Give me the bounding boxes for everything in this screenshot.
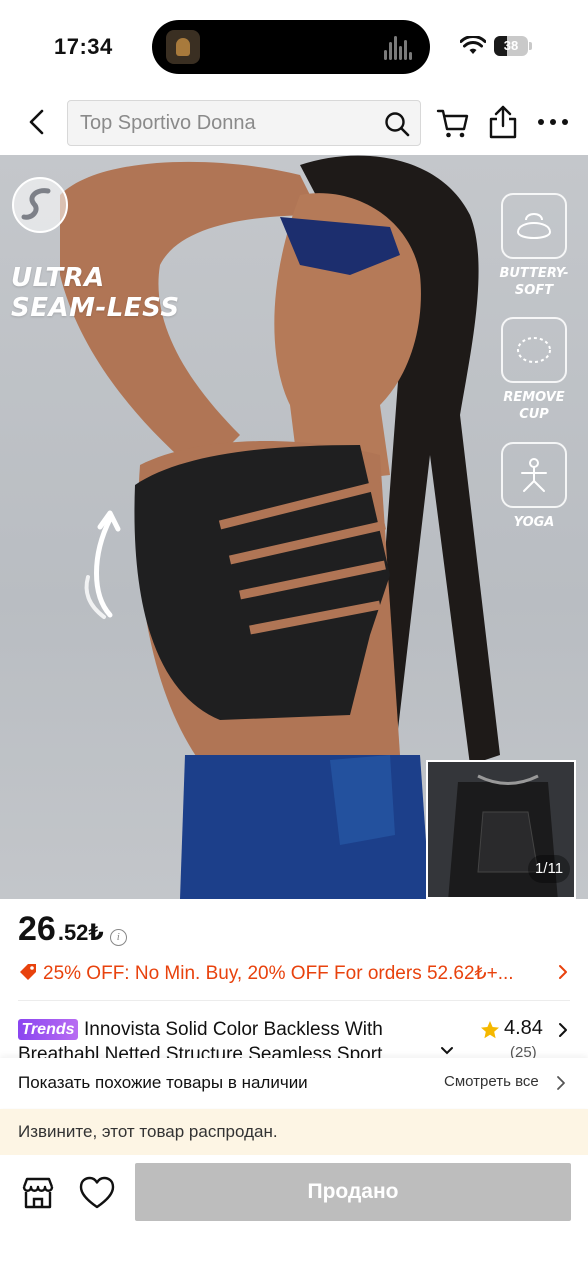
price-decimal: .52₺ [57, 920, 104, 945]
price-integer: 26 [18, 910, 56, 948]
audio-wave-icon [384, 34, 416, 60]
status-time: 17:34 [54, 34, 113, 59]
review-count: (25) [510, 1044, 537, 1058]
heart-icon[interactable] [78, 1175, 116, 1211]
chevron-right-icon [557, 1076, 565, 1090]
info-icon[interactable]: i [109, 929, 127, 946]
divider [18, 1000, 570, 1001]
search-input[interactable] [68, 101, 368, 145]
now-playing-thumbnail [166, 30, 200, 64]
view-all-link[interactable]: Смотреть все [444, 1073, 565, 1095]
feature-label: YOGA [513, 515, 555, 530]
status-bar: 17:34 38 [0, 0, 588, 92]
headline-line-2: SEAM-LESS [11, 293, 180, 323]
wifi-icon [460, 36, 486, 54]
buttery-soft-icon [516, 213, 552, 239]
search-box[interactable] [67, 100, 421, 146]
rating-value: 4.84 [504, 1017, 543, 1039]
cart-icon[interactable] [436, 106, 470, 140]
image-counter: 1/11 [528, 855, 570, 883]
similar-items-text: Показать похожие товары в наличии [18, 1073, 308, 1092]
chevron-right-icon [559, 965, 567, 979]
more-options-icon[interactable] [535, 110, 571, 134]
view-all-label: Смотреть все [444, 1073, 539, 1090]
feature-label: REMOVE CUP [503, 390, 565, 422]
promo-banner[interactable]: 25% OFF: No Min. Buy, 20% OFF For orders… [18, 958, 574, 988]
product-image-gallery[interactable]: ULTRA SEAM-LESS BUTTERY-SOFT REMOVE CUP … [0, 155, 588, 899]
image-headline: ULTRA SEAM-LESS [11, 263, 180, 323]
promo-text: 25% OFF: No Min. Buy, 20% OFF For orders… [43, 963, 514, 984]
feature-remove-cup: REMOVE CUP [492, 317, 576, 423]
remove-cup-icon [517, 337, 551, 363]
bottom-action-bar: Продано [0, 1155, 588, 1280]
brand-logo [12, 177, 68, 233]
search-icon[interactable] [382, 109, 412, 139]
share-icon[interactable] [486, 104, 520, 140]
feature-buttery-soft: BUTTERY-SOFT [492, 193, 576, 299]
product-title-line-2: Breathabl Netted Structure Seamless Spor… [18, 1044, 383, 1058]
battery-icon: 38 [494, 36, 532, 56]
product-title-row: Trends Innovista Solid Color Backless Wi… [18, 1016, 570, 1058]
product-title-line-1: Innovista Solid Color Backless With [84, 1019, 383, 1040]
sold-out-text: Извините, этот товар распродан. [18, 1122, 278, 1141]
top-navigation [0, 92, 588, 154]
chevron-down-icon[interactable] [440, 1046, 454, 1056]
battery-level: 38 [503, 38, 519, 53]
trends-badge: Trends [18, 1019, 78, 1040]
similar-items-bar: Показать похожие товары в наличии Смотре… [0, 1058, 588, 1108]
star-icon [481, 1021, 499, 1039]
chevron-left-icon [29, 109, 44, 135]
product-title[interactable]: Innovista Solid Color Backless With Brea… [18, 1017, 444, 1058]
lift-arrows-graphic [84, 510, 121, 619]
chevron-right-icon [559, 1023, 567, 1037]
feature-yoga: YOGA [492, 442, 576, 531]
rating[interactable]: 4.84 (25) [480, 1016, 570, 1058]
back-button[interactable] [18, 104, 54, 140]
headline-line-1: ULTRA [11, 263, 105, 293]
store-icon[interactable] [20, 1175, 56, 1211]
price-tag-icon [20, 964, 36, 980]
price: 26 .52₺ i [18, 910, 127, 950]
yoga-icon [521, 458, 547, 492]
sold-out-button[interactable]: Продано [135, 1163, 571, 1221]
dynamic-island [152, 20, 430, 74]
feature-label: BUTTERY-SOFT [499, 266, 569, 298]
sold-out-notice: Извините, этот товар распродан. [0, 1109, 588, 1155]
